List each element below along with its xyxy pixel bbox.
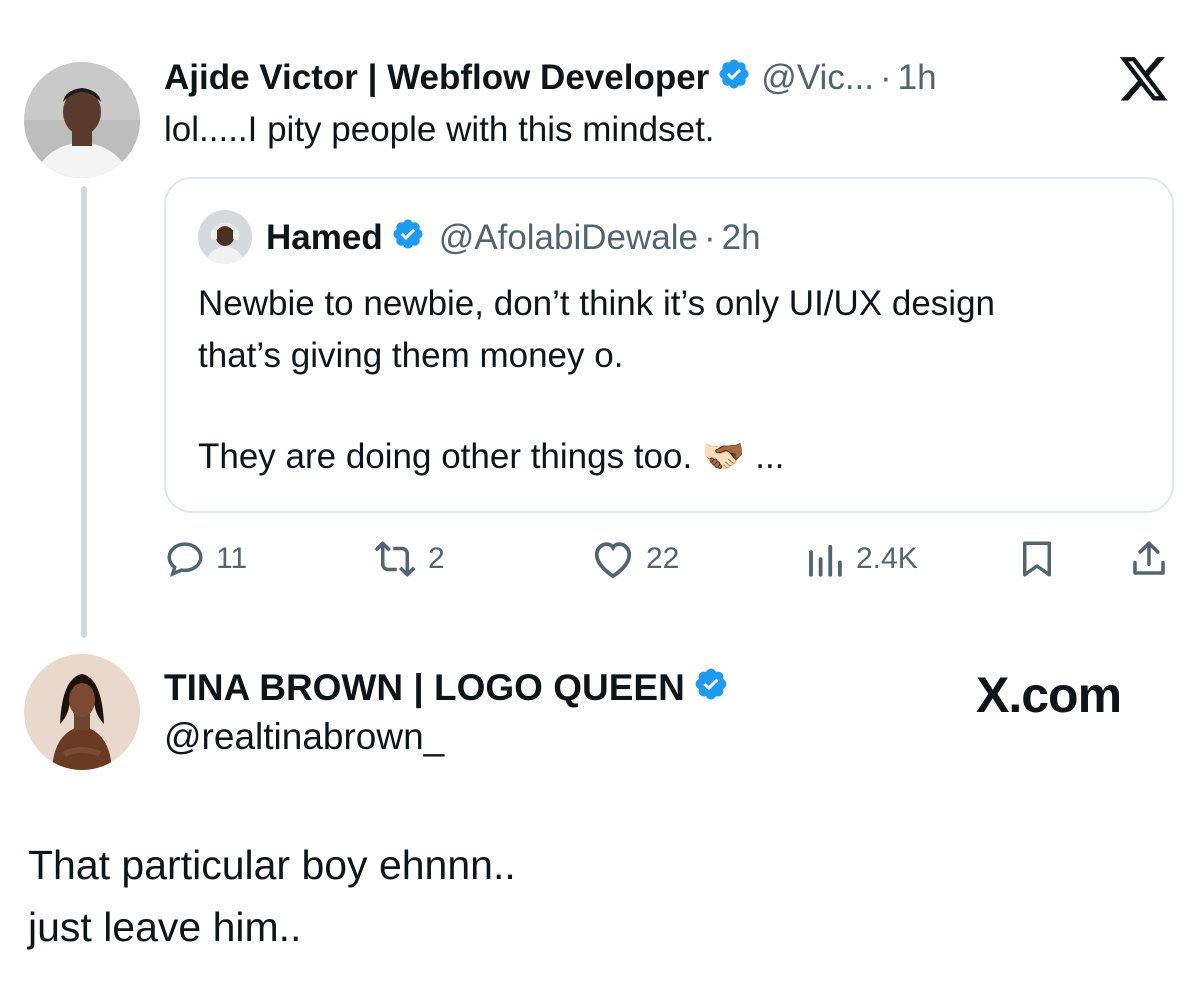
original-header: TINA BROWN | LOGO QUEEN [164, 666, 729, 710]
reply-display-name[interactable]: Ajide Victor | Webflow Developer [164, 58, 709, 98]
reply-action-button[interactable]: 11 [164, 538, 247, 580]
reply-handle[interactable]: @Vic... [761, 58, 874, 98]
views-action-button[interactable]: 2.4K [804, 538, 918, 580]
site-label: X.com [976, 667, 1122, 723]
reply-timestamp[interactable]: 1h [898, 58, 937, 98]
bookmark-button[interactable] [1016, 538, 1058, 580]
separator-dot: · [880, 58, 892, 97]
reply-count: 11 [216, 542, 248, 575]
like-count: 22 [646, 542, 680, 575]
reply-text: lol.....I pity people with this mindset. [164, 110, 715, 149]
quote-text-line-2: that’s giving them money o. [198, 336, 624, 375]
verified-badge-icon [391, 217, 425, 260]
verified-badge-icon [717, 57, 751, 100]
views-count: 2.4K [856, 542, 918, 575]
reply-author-avatar[interactable] [24, 62, 140, 178]
quote-text-line-1: Newbie to newbie, don’t think it’s only … [198, 284, 996, 323]
bookmark-icon [1016, 538, 1058, 580]
quote-header: Hamed @AfolabiDewale · 2h [266, 218, 761, 258]
share-icon [1128, 538, 1170, 580]
original-text-line-2: just leave him.. [28, 904, 302, 950]
reply-header: Ajide Victor | Webflow Developer @Vic...… [164, 58, 937, 98]
quote-author-avatar[interactable] [198, 210, 252, 264]
original-author-avatar[interactable] [24, 654, 140, 770]
x-logo-icon [1118, 57, 1170, 110]
heart-icon [590, 538, 636, 580]
thread-connector-line [81, 186, 87, 638]
quote-timestamp[interactable]: 2h [722, 218, 761, 258]
like-action-button[interactable]: 22 [590, 538, 679, 580]
share-button[interactable] [1128, 538, 1170, 580]
repost-icon [372, 538, 418, 580]
original-handle[interactable]: @realtinabrown_ [164, 716, 444, 758]
views-chart-icon [804, 538, 846, 580]
original-display-name[interactable]: TINA BROWN | LOGO QUEEN [164, 667, 685, 709]
repost-count: 2 [428, 542, 445, 575]
quote-display-name[interactable]: Hamed [266, 218, 383, 258]
original-text-line-1: That particular boy ehnnn.. [28, 842, 516, 888]
quote-handle[interactable]: @AfolabiDewale [439, 218, 698, 258]
separator-dot: · [704, 218, 716, 257]
reply-bubble-icon [164, 538, 206, 580]
verified-badge-icon [693, 666, 729, 711]
repost-action-button[interactable]: 2 [372, 538, 445, 580]
quote-text-line-3: They are doing other things too. 🫱🏻‍🫲🏾 .… [198, 437, 785, 476]
